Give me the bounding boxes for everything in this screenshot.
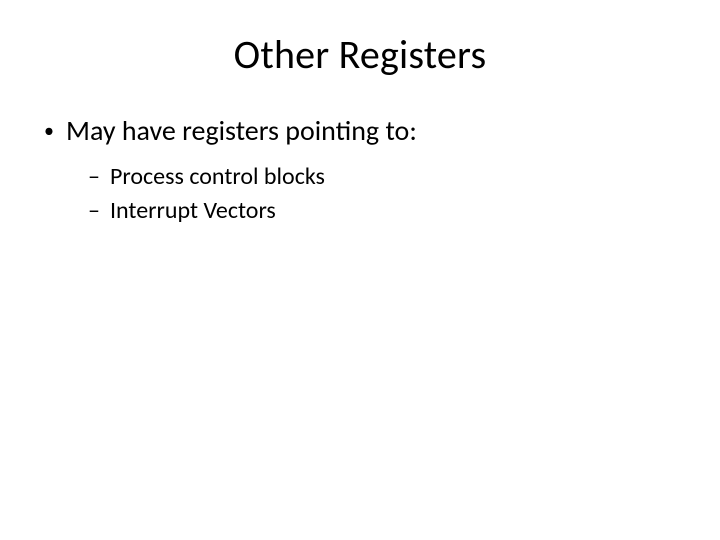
dash-marker-icon: –	[88, 162, 110, 192]
bullet-level-2: – Interrupt Vectors	[88, 196, 690, 226]
slide-content: • May have registers pointing to: – Proc…	[30, 114, 690, 226]
dash-marker-icon: –	[88, 196, 110, 226]
slide: Other Registers • May have registers poi…	[0, 0, 720, 540]
bullet-level-1: • May have registers pointing to:	[40, 114, 690, 148]
slide-title: Other Registers	[30, 30, 690, 79]
bullet-level-2: – Process control blocks	[88, 162, 690, 192]
bullet-text: May have registers pointing to:	[66, 114, 690, 148]
bullet-text: Process control blocks	[110, 162, 690, 192]
sub-bullet-list: – Process control blocks – Interrupt Vec…	[40, 162, 690, 226]
bullet-marker-icon: •	[40, 114, 66, 148]
bullet-text: Interrupt Vectors	[110, 196, 690, 226]
